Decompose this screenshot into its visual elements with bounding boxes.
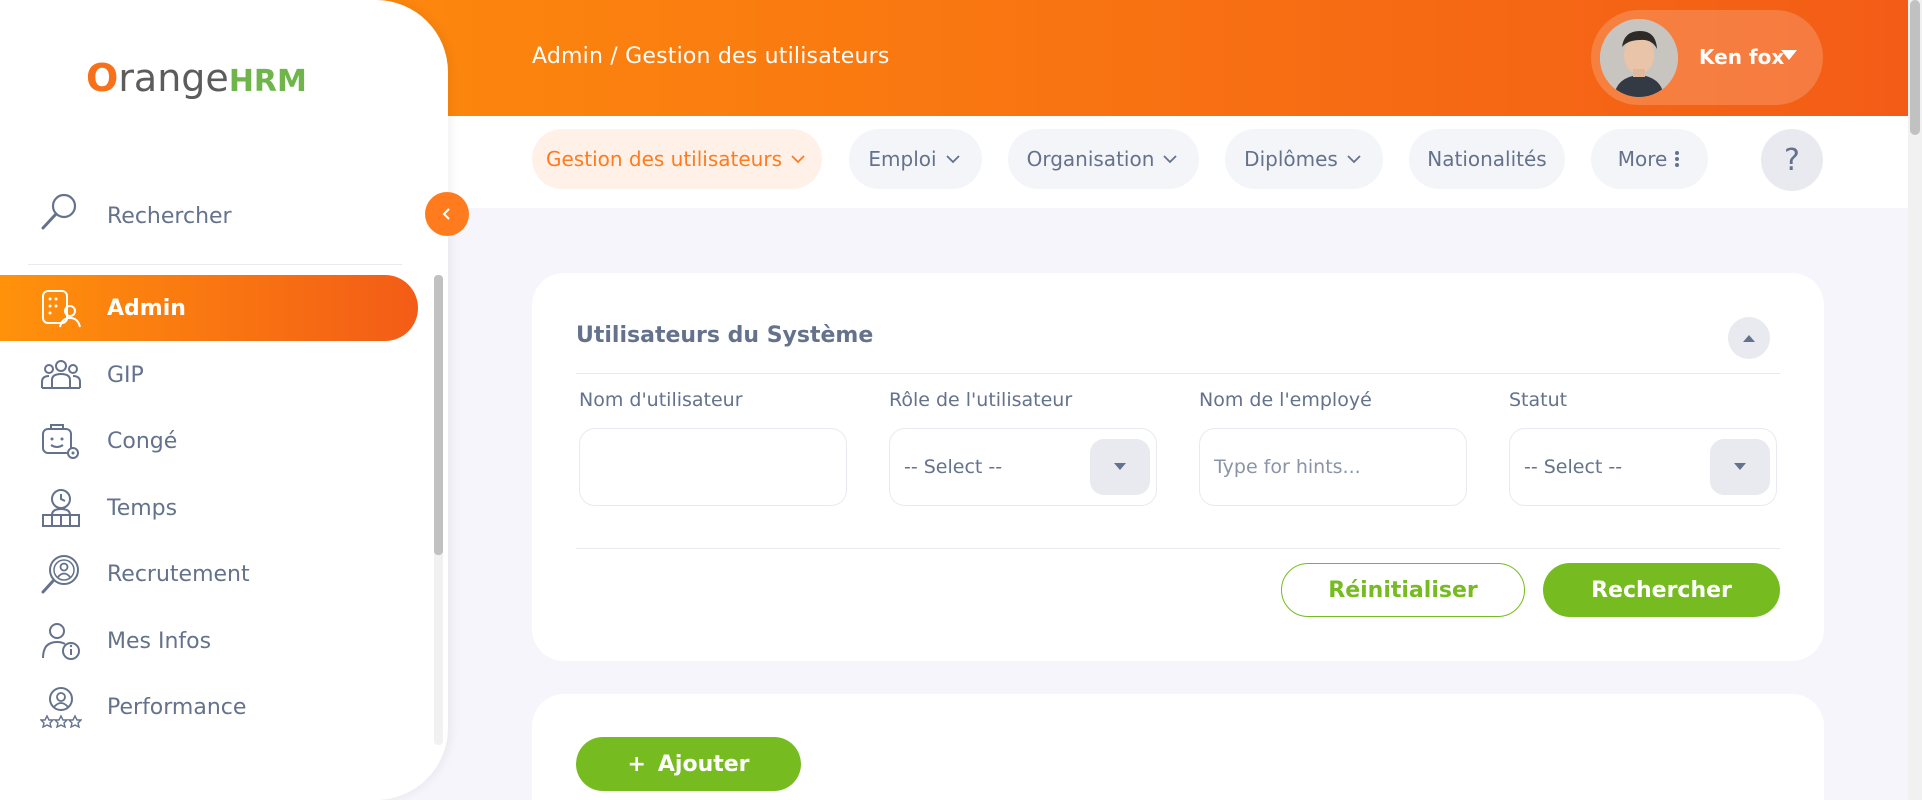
username-field[interactable]: [579, 428, 847, 506]
sidebar-item-time[interactable]: Temps: [0, 475, 418, 541]
caret-down-icon: [1781, 50, 1797, 60]
recruitment-icon: [41, 555, 79, 594]
sidebar-item-leave[interactable]: Congé: [0, 408, 418, 474]
tab-label: Gestion des utilisateurs: [546, 147, 782, 171]
username-input[interactable]: [594, 447, 834, 487]
sidebar-item-label: Admin: [107, 295, 186, 321]
sidebar-item-label: Temps: [107, 495, 178, 521]
status-value: -- Select --: [1524, 456, 1623, 478]
sidebar-item-label: Congé: [107, 428, 178, 454]
more-vertical-icon: [1675, 151, 1680, 167]
add-label: Ajouter: [657, 751, 750, 777]
admin-icon: [42, 290, 81, 328]
people-icon: [41, 360, 81, 389]
user-role-select[interactable]: -- Select --: [889, 428, 1157, 506]
search-button[interactable]: Rechercher: [1543, 563, 1780, 617]
sidebar-item-pim[interactable]: GIP: [0, 342, 418, 408]
breadcrumb: Admin / Gestion des utilisateurs: [532, 44, 890, 69]
divider: [576, 548, 1780, 549]
tab-label: Nationalités: [1427, 147, 1547, 171]
tab-label: Diplômes: [1244, 147, 1338, 171]
plus-icon: +: [627, 751, 646, 777]
chevron-down-icon: [1163, 155, 1178, 164]
tab-label: More: [1617, 147, 1668, 171]
help-button[interactable]: ?: [1761, 129, 1823, 191]
employee-name-field[interactable]: [1199, 428, 1467, 506]
sidebar-item-my-info[interactable]: Mes Infos: [0, 608, 418, 674]
sidebar-collapse-button[interactable]: [425, 192, 469, 236]
reset-button[interactable]: Réinitialiser: [1281, 563, 1525, 617]
tab-nationalities[interactable]: Nationalités: [1409, 129, 1565, 189]
sidebar-item-performance[interactable]: Performance: [0, 674, 418, 740]
page-scrollbar-thumb[interactable]: [1910, 0, 1920, 135]
caret-up-icon: [1743, 335, 1755, 342]
status-label: Statut: [1509, 389, 1568, 411]
sidebar-search[interactable]: Rechercher: [38, 190, 418, 242]
sidebar-item-recruitment[interactable]: Recrutement: [0, 541, 418, 607]
chevron-down-icon: [1347, 155, 1361, 164]
sidebar-scrollbar[interactable]: [434, 275, 443, 745]
employee-name-input[interactable]: [1214, 447, 1454, 487]
tab-more[interactable]: More: [1591, 129, 1708, 189]
chevron-down-icon: [791, 155, 805, 164]
sidebar-item-label: Mes Infos: [107, 628, 212, 654]
sidebar-item-admin[interactable]: Admin: [0, 275, 418, 341]
user-filter-card: Utilisateurs du Système Nom d'utilisateu…: [532, 273, 1824, 661]
sidebar-item-label: GIP: [107, 362, 144, 388]
time-icon: [42, 489, 80, 527]
avatar: [1600, 19, 1678, 97]
user-role-label: Rôle de l'utilisateur: [889, 389, 1073, 411]
status-select[interactable]: -- Select --: [1509, 428, 1777, 506]
caret-down-icon: [1114, 463, 1126, 470]
sidebar-item-label: Performance: [107, 694, 247, 720]
tab-job[interactable]: Emploi: [849, 129, 982, 189]
leave-icon: [42, 424, 79, 459]
chevron-down-icon: [945, 155, 960, 164]
user-role-value: -- Select --: [904, 456, 1003, 478]
records-card: + Ajouter: [532, 694, 1824, 800]
dropdown-button[interactable]: [1710, 439, 1770, 495]
caret-down-icon: [1734, 463, 1746, 470]
sidebar-item-label: Recrutement: [107, 561, 250, 587]
tab-user-management[interactable]: Gestion des utilisateurs: [532, 129, 822, 189]
add-user-button[interactable]: + Ajouter: [576, 737, 801, 791]
tab-organization[interactable]: Organisation: [1008, 129, 1199, 189]
employee-name-label: Nom de l'employé: [1199, 389, 1372, 411]
divider: [28, 264, 402, 265]
sidebar-search-label: Rechercher: [107, 203, 232, 229]
performance-icon: [40, 687, 82, 728]
sidebar: Orange HRM Rechercher Admin GIP Congé Te…: [0, 0, 448, 800]
divider: [576, 373, 1780, 374]
card-title: Utilisateurs du Système: [576, 323, 874, 348]
search-icon: [41, 193, 77, 230]
my-info-icon: [42, 623, 80, 660]
tab-label: Emploi: [868, 147, 937, 171]
username-label: Nom d'utilisateur: [579, 389, 743, 411]
page-scrollbar[interactable]: [1908, 0, 1922, 800]
dropdown-button[interactable]: [1090, 439, 1150, 495]
sidebar-scrollbar-thumb[interactable]: [434, 275, 443, 555]
user-dropdown[interactable]: Ken fox: [1591, 10, 1823, 105]
user-name: Ken fox: [1699, 45, 1785, 69]
tab-label: Organisation: [1026, 147, 1155, 171]
orangehrm-logo: Orange HRM: [86, 56, 307, 100]
chevron-left-icon: [442, 208, 450, 220]
tab-qualifications[interactable]: Diplômes: [1225, 129, 1383, 189]
collapse-card-button[interactable]: [1728, 317, 1770, 359]
